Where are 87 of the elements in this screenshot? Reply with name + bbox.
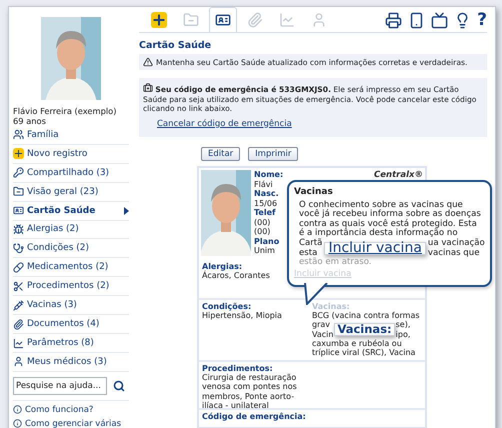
cancel-code-link[interactable]: Cancelar código de emergência [157,120,292,129]
page-title: Cartão Saúde [139,40,212,51]
plus-icon [13,148,24,160]
nav-item[interactable]: Procedimentos (2) [13,277,129,296]
family-link[interactable]: Família [13,126,129,145]
help-link[interactable]: Como funciona? [13,404,129,415]
field-label: Nome: [254,170,284,180]
key-icon [13,167,24,178]
vaccines-callout: Vacinas: [334,323,395,336]
field-label: Nasc. [254,189,280,198]
paperclip-icon [247,12,263,28]
patient-name: Flávio Ferreira (exemplo) [13,106,118,116]
folder-icon [183,12,199,28]
tooltip-text: ua vacinação [428,238,485,248]
tooltip-text: contra as quais você está protegido. Esta [299,220,478,229]
tooltip-text: você já recebeu informa sobre as doenças [299,210,482,220]
nav-item[interactable]: Alergias (2) [13,220,129,240]
nav-item[interactable]: Novo registro [13,144,129,164]
tv-icon[interactable] [431,12,448,28]
people-icon [13,129,24,140]
vaccines-value: tríplice viral (SRC), Vacina [312,348,416,358]
person-icon [13,356,24,368]
tooltip-text: Cartã [299,238,322,249]
vaccines-value: BCG (vacina contra formas [312,311,421,320]
printer-icon[interactable] [385,12,402,28]
id-card-icon [215,12,231,28]
nav-item[interactable]: Visão geral (23) [13,182,129,202]
plus-icon [151,12,167,28]
medical-kit-icon [143,83,153,93]
patient-age: 69 anos [13,116,47,126]
tooltip-title: Vacinas [294,188,334,198]
include-vaccine-link[interactable]: Incluir vacina [324,242,426,256]
nav-item[interactable]: Compartilhado (3) [13,164,129,183]
nav-item[interactable]: Cartão Saúde [13,202,129,221]
person-icon [311,12,327,28]
action-button[interactable]: Imprimir [248,147,298,161]
folder-icon [13,186,24,198]
field-label: Plano [254,236,280,246]
tooltip-text: vacinas que [428,248,480,258]
field-value: (00) [254,227,272,236]
pill-icon [13,262,24,273]
paperclip-icon [13,318,24,330]
nav-item[interactable]: Condições (2) [13,239,129,258]
nav-item[interactable]: Meus médicos (3) [13,352,129,372]
toolbar-tab[interactable] [209,7,237,32]
warning-icon [143,57,153,67]
tooltip-text: O conhecimento sobre as vacinas que [299,200,463,210]
vaccines-value: caxumba e rubéola ou [312,338,402,348]
scissors-icon [13,280,24,292]
field-value: Unim [254,246,276,256]
bug-icon [13,224,24,235]
help-button[interactable]: ? [477,12,487,28]
tooltip-text: esta [299,248,318,258]
vaccines-value: Vacin [312,330,334,339]
search-icon[interactable] [113,380,125,392]
vaccines-value: se), [396,320,410,330]
conditions-value: Hipertensão, Miopia [202,311,283,320]
tooltip-text: é a importância desta informação no [299,229,458,238]
nav-item[interactable]: Medicamentos (2) [13,258,129,278]
procedures-value: Cirurgia de restauração venosa com pontes nos membros, Ponte aorto-ilíaca - unilateral [202,373,298,408]
vaccines-label: Vacinas: [312,302,351,312]
allergies-label: Alergias: [202,262,244,271]
field-value: Flávi [254,180,274,189]
search-field[interactable]: Pesquise na ajuda... [13,376,107,395]
vaccines-value: ipo, [396,330,410,339]
info-icon [13,405,22,414]
nav-item[interactable]: Documentos (4) [13,315,129,334]
syringe-icon [13,300,24,311]
triangle-icon [124,206,129,215]
nav-item[interactable]: Vacinas (3) [13,296,129,316]
tooltip-text: estão em atraso. [299,258,373,268]
vaccines-value: grav [312,320,332,330]
nav-item[interactable]: Parâmetros (8) [13,334,129,353]
info-icon [13,419,22,428]
conditions-label: Condições: [202,302,252,312]
field-label: Telef [254,208,276,218]
action-button[interactable]: Editar [201,147,240,161]
field-value: (00) [254,218,272,227]
chart-icon [13,338,24,349]
stethoscope-icon [13,242,24,254]
id-card-icon [13,205,24,216]
help-link[interactable]: Como gerenciar várias [13,418,129,428]
procedures-label: Procedimentos: [202,364,274,374]
chart-icon [279,12,295,28]
brand-text: Centralx® [374,170,423,180]
emergency-code-label: Código de emergência: [202,412,306,423]
field-value: 15/06 [254,198,278,208]
